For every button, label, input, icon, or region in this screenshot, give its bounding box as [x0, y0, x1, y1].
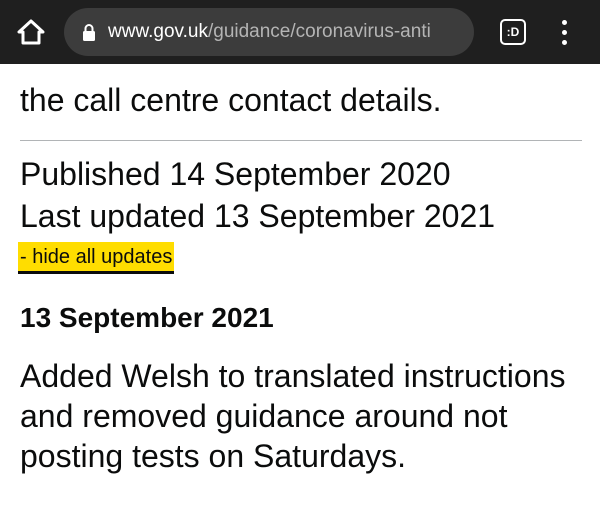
tab-switcher-button[interactable]: :D — [500, 19, 526, 45]
url-domain: www.gov.uk — [108, 21, 208, 42]
contact-details-text: the call centre contact details. — [20, 82, 442, 118]
published-date: Published 14 September 2020 — [20, 156, 451, 192]
home-button[interactable] — [12, 14, 50, 50]
url-path: /guidance/coronavirus-anti — [207, 21, 431, 42]
section-divider — [20, 140, 582, 141]
hide-all-updates-link[interactable]: - hide all updates — [18, 242, 175, 274]
update-date: 13 September 2021 — [20, 302, 274, 333]
last-updated-date: Last updated 13 September 2021 — [20, 198, 496, 234]
menu-dot-icon — [561, 29, 567, 35]
browser-toolbar: www.gov.uk/guidance/coronavirus-anti :D — [0, 0, 600, 64]
lock-icon — [83, 24, 95, 41]
browser-menu-button[interactable] — [552, 14, 576, 50]
address-bar[interactable]: www.gov.uk/guidance/coronavirus-anti — [64, 8, 474, 56]
tab-switcher-label: :D — [506, 25, 520, 39]
home-icon — [17, 19, 45, 45]
menu-dot-icon — [561, 39, 567, 45]
update-description: Added Welsh to translated instructions a… — [20, 358, 566, 474]
menu-dot-icon — [561, 19, 567, 25]
